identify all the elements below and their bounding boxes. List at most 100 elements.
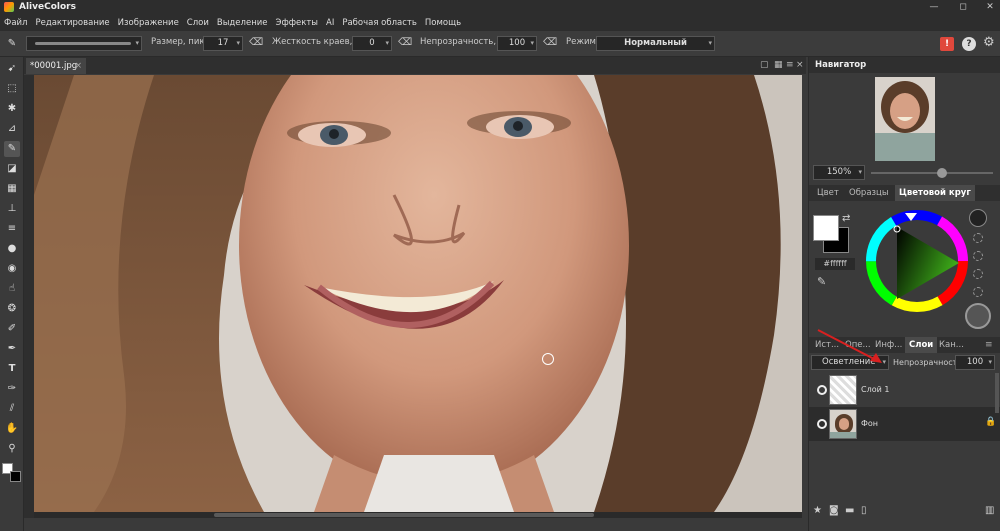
swap-colors-icon[interactable]: ⇄ bbox=[842, 213, 850, 224]
tab-layers[interactable]: Слои bbox=[905, 337, 938, 353]
navigator-thumbnail[interactable] bbox=[875, 77, 935, 161]
help-button[interactable]: ? bbox=[962, 37, 976, 51]
size-reset-icon[interactable]: ⌫ bbox=[249, 37, 263, 48]
size-input[interactable]: 17 ▾ bbox=[203, 36, 243, 51]
visibility-icon[interactable] bbox=[817, 419, 827, 429]
menu-icon[interactable]: ≡ bbox=[786, 60, 794, 70]
maximize-button[interactable]: ◻ bbox=[955, 0, 971, 14]
magic-wand-tool-icon[interactable]: ✱ bbox=[4, 101, 20, 117]
tab-swatches[interactable]: Образцы bbox=[845, 185, 893, 201]
wheel-mode-icon[interactable] bbox=[969, 209, 987, 227]
menu-select[interactable]: Выделение bbox=[217, 18, 268, 28]
red-arrow-annotation bbox=[817, 329, 882, 363]
tab-color-wheel[interactable]: Цветовой круг bbox=[895, 185, 975, 201]
chevron-down-icon: ▾ bbox=[135, 39, 139, 47]
opacity-input[interactable]: 100 ▾ bbox=[497, 36, 537, 51]
trash-icon[interactable]: ▥ bbox=[985, 505, 994, 516]
scrollbar-thumb[interactable] bbox=[214, 513, 594, 517]
layer-opacity-input[interactable]: 100 ▾ bbox=[955, 355, 995, 370]
mode-value: Нормальный bbox=[624, 38, 687, 48]
brush-tool-icon: ✎ bbox=[7, 38, 17, 49]
document-tab-bar: *00001.jpg × ▢ ▦ ≡ × bbox=[24, 57, 806, 74]
smudge-tool-icon[interactable]: ☝ bbox=[4, 281, 20, 297]
grid-icon[interactable]: ▦ bbox=[774, 60, 783, 70]
harmony-1-icon[interactable] bbox=[973, 233, 983, 243]
gear-icon[interactable]: ⚙ bbox=[983, 35, 995, 50]
brush-tool-icon[interactable]: ✎ bbox=[4, 141, 20, 157]
zoom-slider-handle[interactable] bbox=[937, 168, 947, 178]
move-tool-icon[interactable]: ➹ bbox=[4, 61, 20, 77]
menu-layers[interactable]: Слои bbox=[187, 18, 209, 28]
alert-button[interactable]: ! bbox=[940, 37, 954, 51]
visibility-icon[interactable] bbox=[817, 385, 827, 395]
foreground-color-box[interactable] bbox=[813, 215, 839, 241]
effects-icon[interactable]: ★ bbox=[813, 505, 822, 516]
chevron-down-icon: ▾ bbox=[236, 39, 240, 47]
mode-label: Режим: bbox=[566, 37, 599, 47]
brush-preset-picker[interactable]: ▾ bbox=[26, 36, 142, 51]
path-tool-icon[interactable]: ✑ bbox=[4, 381, 20, 397]
menu-ai[interactable]: AI bbox=[326, 18, 334, 28]
app-title: AliveColors bbox=[19, 2, 76, 12]
menu-workspace[interactable]: Рабочая область bbox=[342, 18, 417, 28]
tab-color[interactable]: Цвет bbox=[813, 185, 843, 201]
dodge-tool-icon[interactable]: ◉ bbox=[4, 261, 20, 277]
menu-image[interactable]: Изображение bbox=[118, 18, 179, 28]
close-button[interactable]: ✕ bbox=[982, 0, 998, 14]
opacity-reset-icon[interactable]: ⌫ bbox=[543, 37, 557, 48]
layer-row[interactable]: Фон 🔒 bbox=[809, 407, 1000, 441]
panel-menu-icon[interactable]: ≡ bbox=[985, 340, 993, 350]
menu-bar: Файл Редактирование Изображение Слои Выд… bbox=[0, 14, 1000, 31]
crop-tool-icon[interactable]: ⊿ bbox=[4, 121, 20, 137]
marquee-tool-icon[interactable]: ⬚ bbox=[4, 81, 20, 97]
eraser-tool-icon[interactable]: ◪ bbox=[4, 161, 20, 177]
layer-row[interactable]: Слой 1 bbox=[809, 373, 1000, 407]
hardness-reset-icon[interactable]: ⌫ bbox=[398, 37, 412, 48]
text-tool-icon[interactable]: T bbox=[4, 361, 20, 377]
tab-channels[interactable]: Кан... bbox=[935, 337, 968, 353]
blur-tool-icon[interactable]: ● bbox=[4, 241, 20, 257]
title-bar: AliveColors — ◻ ✕ bbox=[0, 0, 1000, 14]
pen-tool-icon[interactable]: ✒ bbox=[4, 341, 20, 357]
menu-edit[interactable]: Редактирование bbox=[35, 18, 109, 28]
hardness-label: Жесткость краев, % bbox=[272, 37, 364, 47]
stamp-tool-icon[interactable]: ⊥ bbox=[4, 201, 20, 217]
color-wheel[interactable] bbox=[863, 207, 971, 315]
hand-tool-icon[interactable]: ✋ bbox=[4, 421, 20, 437]
zoom-tool-icon[interactable]: ⚲ bbox=[4, 441, 20, 457]
pattern-stamp-tool-icon[interactable]: ≡ bbox=[4, 221, 20, 237]
folder-icon[interactable]: ▬ bbox=[845, 505, 854, 516]
document-tab[interactable]: *00001.jpg × bbox=[26, 58, 86, 74]
horizontal-scrollbar[interactable] bbox=[34, 512, 802, 518]
new-layer-icon[interactable]: ▯ bbox=[861, 505, 867, 516]
menu-effects[interactable]: Эффекты bbox=[276, 18, 319, 28]
mode-select[interactable]: Нормальный ▾ bbox=[596, 36, 715, 51]
close-icon[interactable]: × bbox=[796, 60, 804, 70]
hex-field[interactable]: #ffffff bbox=[815, 258, 855, 270]
eyedropper-icon[interactable]: ✎ bbox=[817, 275, 826, 288]
tools-panel: ➹ ⬚ ✱ ⊿ ✎ ◪ ▦ ⊥ ≡ ● ◉ ☝ ❂ ✐ ✒ T ✑ ⫽ ✋ ⚲ bbox=[0, 57, 24, 531]
menu-file[interactable]: Файл bbox=[4, 18, 27, 28]
pencil-tool-icon[interactable]: ✐ bbox=[4, 321, 20, 337]
harmony-2-icon[interactable] bbox=[973, 251, 983, 261]
tab-close-icon[interactable]: × bbox=[75, 58, 82, 74]
hardness-input[interactable]: 0 ▾ bbox=[352, 36, 392, 51]
mask-icon[interactable]: ◙ bbox=[829, 505, 839, 516]
gradient-tool-icon[interactable]: ▦ bbox=[4, 181, 20, 197]
wheel-settings-button[interactable] bbox=[965, 303, 991, 329]
navigator-title: Навигатор bbox=[815, 60, 867, 70]
lock-icon[interactable]: 🔒 bbox=[985, 417, 996, 427]
portrait-photo bbox=[34, 75, 802, 512]
minimize-button[interactable]: — bbox=[926, 0, 942, 14]
retouch-tool-icon[interactable]: ❂ bbox=[4, 301, 20, 317]
harmony-4-icon[interactable] bbox=[973, 287, 983, 297]
zoom-select[interactable]: 150% ▾ bbox=[813, 165, 865, 180]
background-color-swatch[interactable] bbox=[10, 471, 21, 482]
eyedropper-tool-icon[interactable]: ⫽ bbox=[4, 401, 20, 417]
zoom-slider-track[interactable] bbox=[871, 172, 993, 174]
menu-help[interactable]: Помощь bbox=[425, 18, 461, 28]
document-icon[interactable]: ▢ bbox=[760, 60, 769, 70]
layers-scrollbar[interactable] bbox=[995, 373, 999, 413]
harmony-3-icon[interactable] bbox=[973, 269, 983, 279]
image-canvas[interactable] bbox=[34, 75, 802, 512]
